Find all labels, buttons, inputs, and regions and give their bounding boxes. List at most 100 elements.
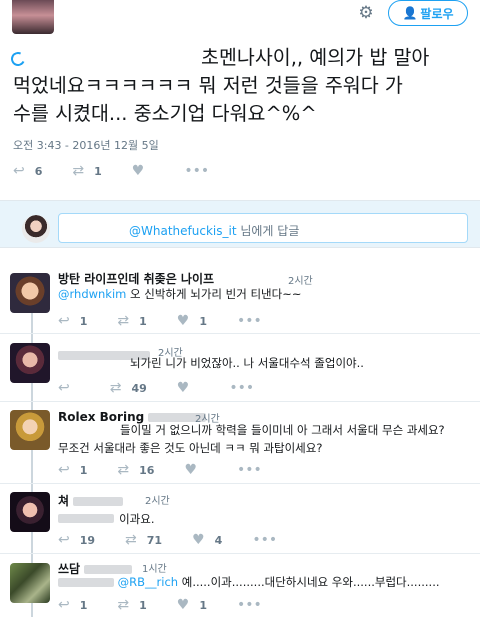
divider	[0, 401, 480, 402]
reply-4-body: 이과요.	[119, 512, 155, 526]
current-user-avatar	[22, 215, 50, 243]
reply-4-avatar[interactable]	[10, 492, 50, 532]
reply-5-text: @RB__rich 예.....이과.........대단하시네요 우와....…	[58, 574, 440, 591]
like-button[interactable]: ♥ 1	[177, 597, 207, 613]
retweet-count: 16	[139, 463, 155, 477]
retweet-button[interactable]: ⇄ 16	[117, 462, 154, 478]
reply-button[interactable]: ↩ 19	[58, 532, 95, 548]
reply-1-actions: ↩ 1 ⇄ 1 ♥ 1 •••	[58, 313, 302, 329]
reply-icon: ↩	[58, 380, 70, 396]
retweet-icon: ⇄	[72, 163, 85, 179]
gear-icon[interactable]: ⚙	[357, 4, 375, 22]
reply-4-text: 이과요.	[58, 508, 155, 528]
like-button[interactable]: ♥	[184, 462, 207, 478]
more-button[interactable]: •••	[229, 380, 264, 396]
retweet-button[interactable]: ⇄ 1	[72, 163, 101, 179]
heart-icon: ♥	[192, 532, 205, 548]
author-avatar[interactable]	[12, 0, 54, 34]
heart-icon: ♥	[176, 380, 190, 396]
reply-1-time[interactable]: 2시간	[288, 272, 313, 287]
tweet-timestamp[interactable]: 오전 3:43 - 2016년 12월 5일	[13, 137, 159, 153]
retweet-count: 49	[131, 381, 147, 395]
more-icon: •••	[229, 380, 255, 396]
more-button[interactable]: •••	[237, 462, 272, 478]
reply-icon: ↩	[58, 532, 70, 548]
retweet-button[interactable]: ⇄ 1	[117, 597, 146, 613]
reply-5-body: 예.....이과.........대단하시네요 우와......부럽다.....…	[178, 575, 440, 589]
heart-icon: ♥	[184, 462, 197, 478]
divider	[0, 483, 480, 484]
reply-count: 19	[79, 533, 96, 547]
more-button[interactable]: •••	[237, 597, 272, 613]
reply-5-time[interactable]: 1시간	[142, 560, 167, 575]
retweet-icon: ⇄	[109, 380, 122, 396]
reply-input[interactable]: @Whathefuckis_it 님에게 답글	[58, 213, 468, 243]
reply-input-placeholder: 님에게 답글	[236, 224, 300, 238]
like-button[interactable]: ♥	[177, 380, 200, 396]
divider	[0, 553, 480, 554]
like-button[interactable]: ♥	[132, 163, 155, 179]
retweet-icon: ⇄	[117, 313, 130, 329]
reply-3-avatar[interactable]	[10, 410, 50, 450]
heart-icon: ♥	[176, 313, 190, 329]
reply-button[interactable]: ↩ 1	[58, 313, 87, 329]
like-count: 4	[214, 533, 223, 547]
follow-button-label: 팔로우	[420, 6, 454, 21]
reply-button[interactable]: ↩ 1	[58, 597, 87, 613]
retweet-count: 71	[146, 533, 163, 547]
retweet-button[interactable]: ⇄ 71	[125, 532, 162, 548]
heart-icon: ♥	[176, 597, 190, 613]
retweet-count: 1	[139, 598, 147, 612]
reply-button[interactable]: ↩	[58, 380, 80, 396]
retweet-count: 1	[139, 314, 147, 328]
like-count: 1	[199, 598, 207, 612]
retweet-icon: ⇄	[125, 532, 137, 548]
reply-5-avatar[interactable]	[10, 563, 50, 603]
reply-4-name[interactable]: 쳐	[58, 492, 124, 509]
more-button[interactable]: •••	[237, 313, 272, 329]
reply-2-avatar[interactable]	[10, 343, 50, 383]
more-icon: •••	[237, 597, 262, 613]
more-button[interactable]: •••	[252, 532, 287, 548]
reply-3-text-line-1: 들이밀 거 없으니까 학력을 들이미네 아 그래서 서울대 무슨 과세요?	[120, 423, 445, 437]
reply-4-name-text: 쳐	[58, 494, 70, 508]
more-icon: •••	[252, 532, 278, 548]
reply-1-name[interactable]: 방탄 라이프인데 취좆은 나이프	[58, 270, 214, 287]
main-tweet-actions: ↩ 6 ⇄ 1 ♥ •••	[13, 163, 249, 179]
more-button[interactable]: •••	[184, 163, 219, 179]
like-count: 1	[199, 314, 207, 328]
reply-count: 1	[79, 463, 88, 477]
main-tweet-text: 초멘나사이,, 예의가 밥 말아 먹었네요ㅋㅋㅋㅋㅋㅋ 뭐 저런 것들을 주워다…	[13, 44, 473, 128]
heart-icon: ♥	[131, 163, 145, 179]
reply-3-text-line-2: 무조건 서울대라 좋은 것도 아닌데 ㅋㅋ 뭐 과탑이세요?	[58, 441, 323, 455]
retweet-icon: ⇄	[117, 462, 130, 478]
reply-3-actions: ↩ 1 ⇄ 16 ♥ •••	[58, 462, 302, 478]
reply-4-actions: ↩ 19 ⇄ 71 ♥ 4 •••	[58, 532, 317, 548]
reply-2-actions: ↩ ⇄ 49 ♥ •••	[58, 380, 294, 396]
reply-icon: ↩	[13, 163, 25, 179]
retweet-button[interactable]: ⇄ 1	[117, 313, 146, 329]
retweet-icon: ⇄	[117, 597, 130, 613]
reply-icon: ↩	[58, 313, 70, 329]
main-tweet-line-2: 먹었네요ㅋㅋㅋㅋㅋㅋ 뭐 저런 것들을 주워다 가	[13, 74, 403, 97]
more-icon: •••	[237, 313, 262, 329]
reply-1-avatar[interactable]	[10, 273, 50, 313]
reply-1-text: @rhdwnkim 오 신박하게 뇌가리 빈거 티낸다~~	[58, 286, 301, 303]
more-icon: •••	[237, 462, 262, 478]
follow-button[interactable]: 👤 팔로우	[388, 0, 468, 26]
like-button[interactable]: ♥ 1	[177, 313, 207, 329]
retweet-count: 1	[94, 164, 102, 178]
retweet-button[interactable]: ⇄ 49	[110, 380, 147, 396]
reply-button[interactable]: ↩ 1	[58, 462, 87, 478]
reply-5-actions: ↩ 1 ⇄ 1 ♥ 1 •••	[58, 597, 302, 613]
reply-count: 1	[79, 314, 88, 328]
reply-5-mention[interactable]: @RB__rich	[118, 575, 178, 589]
reply-icon: ↩	[58, 597, 70, 613]
like-button[interactable]: ♥ 4	[192, 532, 222, 548]
reply-1-mention[interactable]: @rhdwnkim	[58, 287, 126, 301]
reply-count: 6	[34, 164, 43, 178]
reply-button[interactable]: ↩ 6	[13, 163, 42, 179]
reply-4-time[interactable]: 2시간	[145, 492, 170, 507]
reply-1-body: 오 신박하게 뇌가리 빈거 티낸다~~	[126, 287, 302, 301]
reply-icon: ↩	[58, 462, 70, 478]
